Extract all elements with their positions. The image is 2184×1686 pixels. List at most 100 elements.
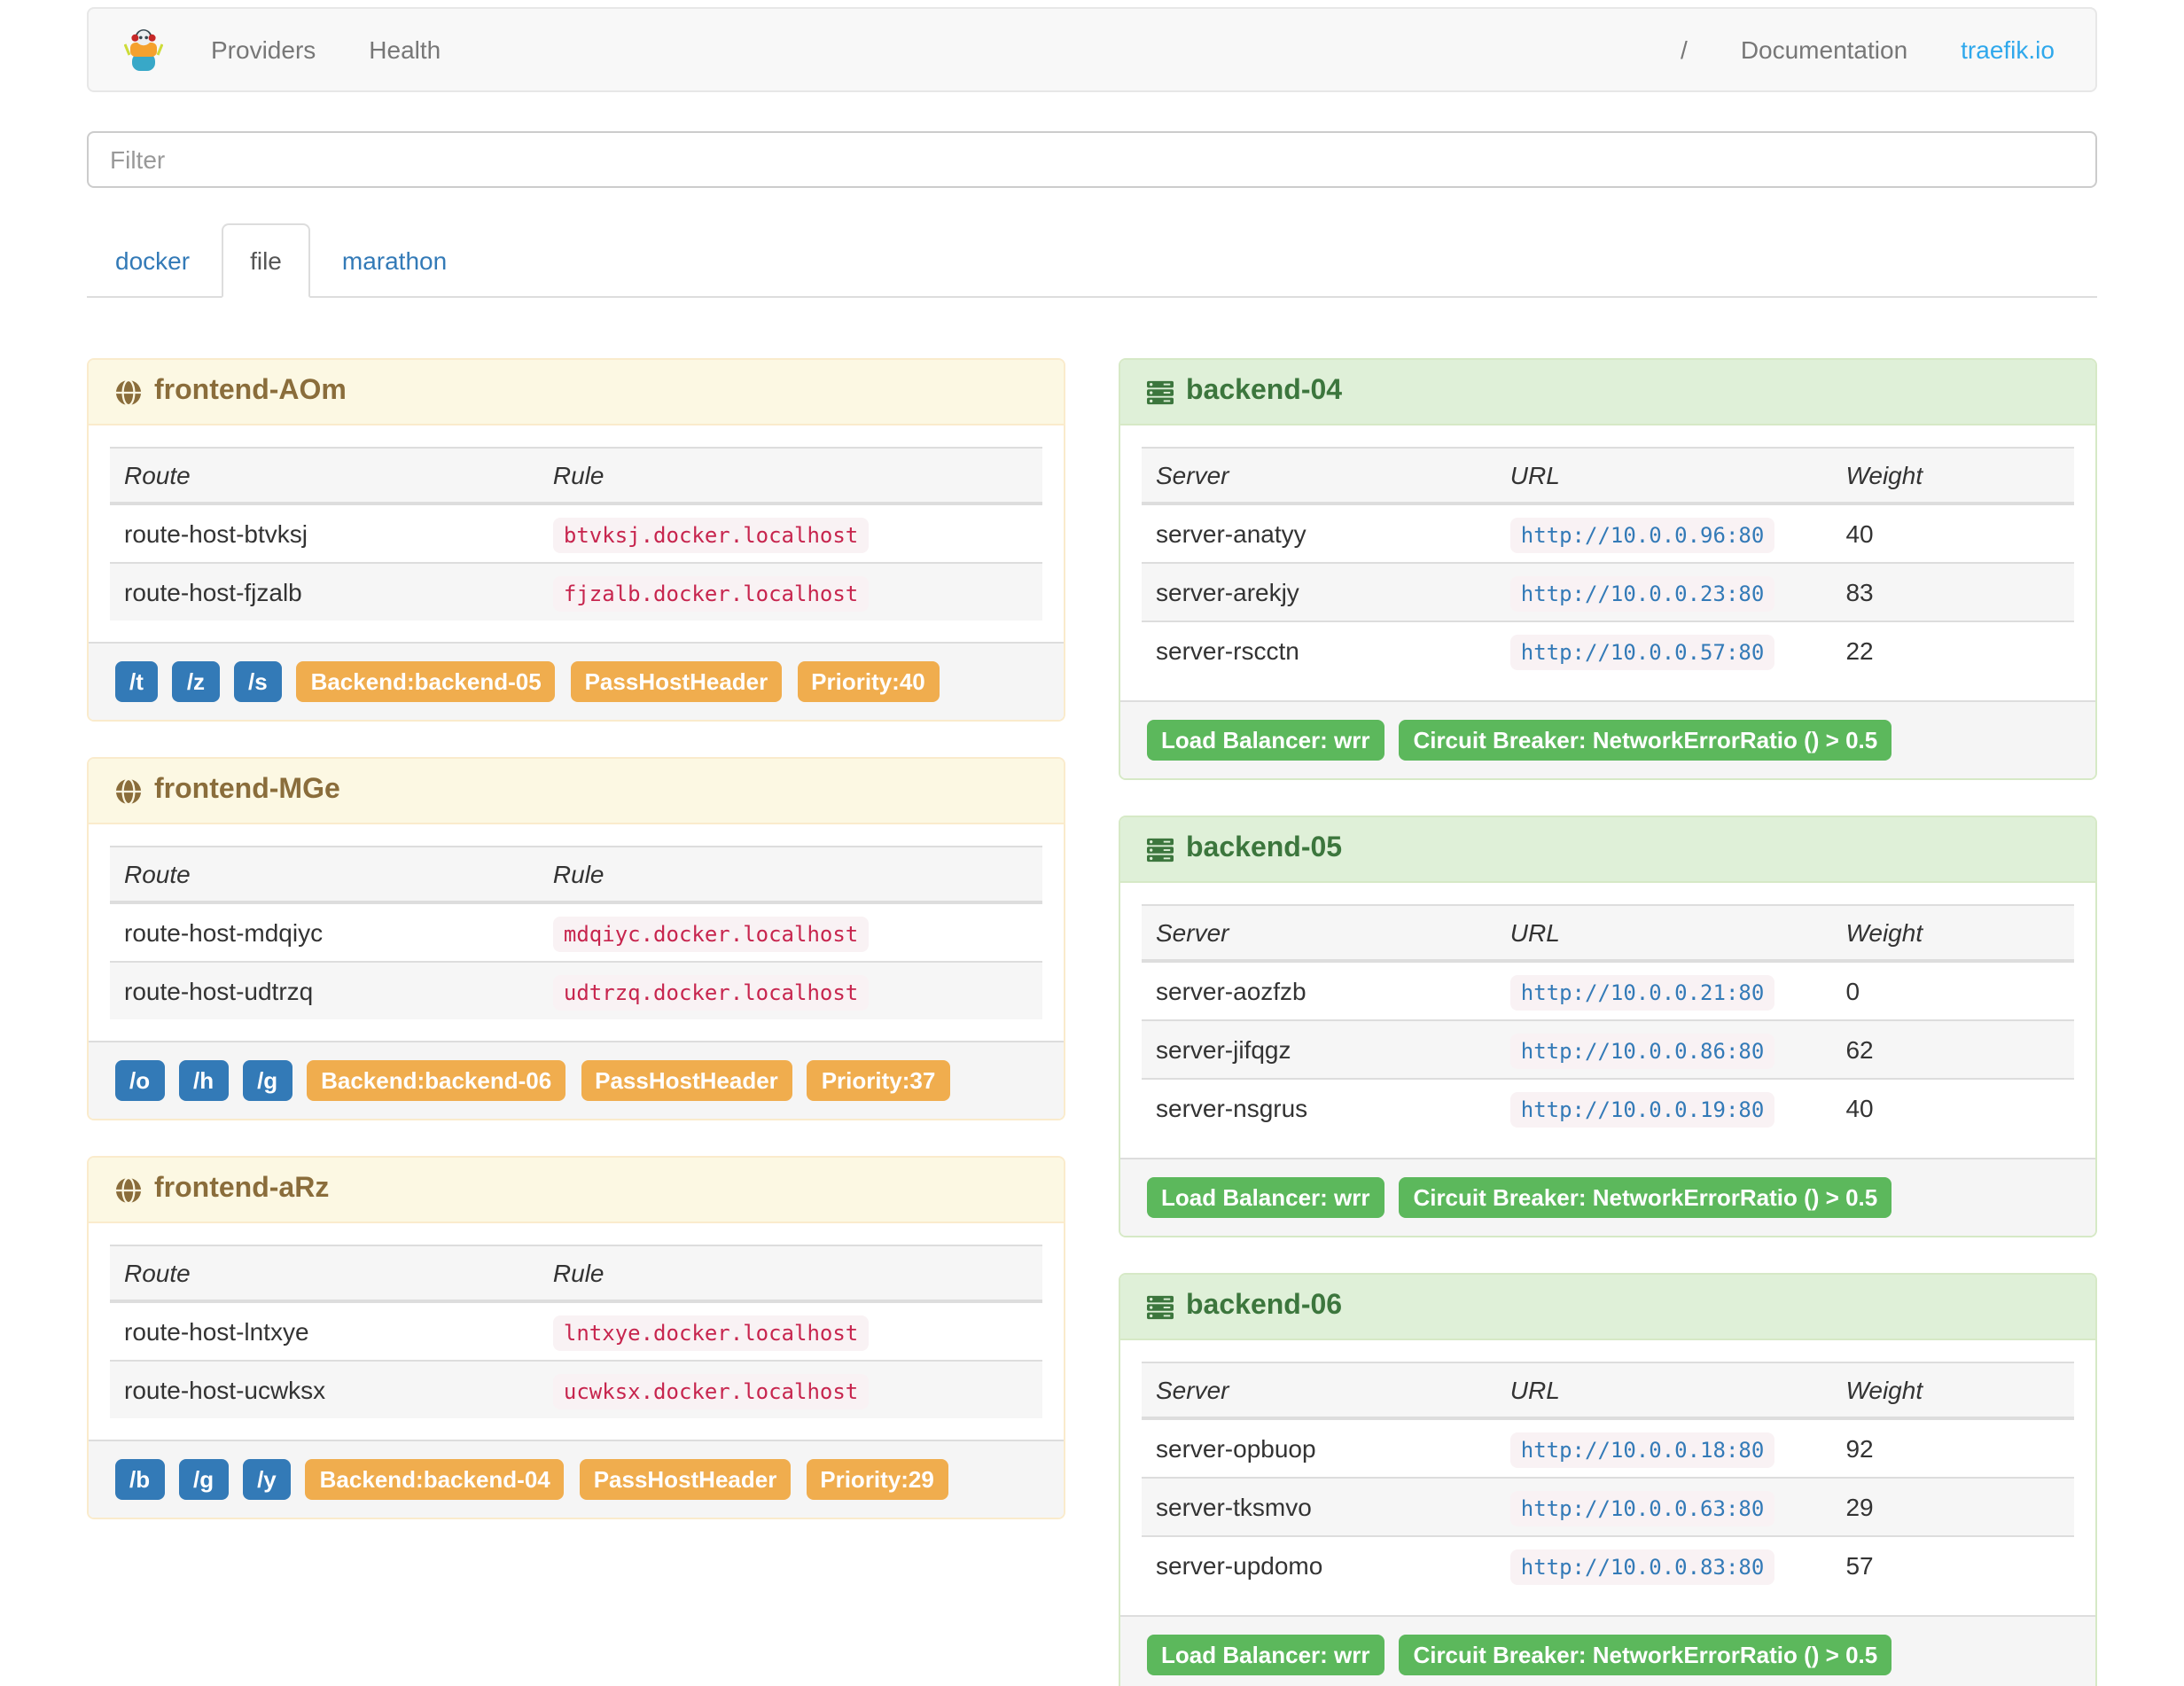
server-name: server-rscctn: [1142, 621, 1496, 679]
backend-name: backend-05: [1186, 833, 1343, 863]
tab-marathon-label[interactable]: marathon: [314, 223, 475, 298]
rule-value: ucwksx.docker.localhost: [552, 1374, 870, 1409]
table-row: route-host-lntxye lntxye.docker.localhos…: [110, 1301, 1042, 1361]
route-name: route-host-ucwksx: [110, 1360, 539, 1418]
column-header-rule: Rule: [538, 448, 1042, 505]
backend-card-body: Server URL Weight server-aozfzb http://1…: [1120, 883, 2095, 1158]
frontend-card-body: Route Rule route-host-mdqiyc mdqiyc.dock…: [89, 824, 1064, 1041]
table-row: server-arekjy http://10.0.0.23:80 83: [1142, 562, 2074, 621]
route-name: route-host-btvksj: [124, 519, 308, 548]
navbar-left-links: Providers Health: [184, 9, 467, 90]
table-row: server-tksmvo http://10.0.0.63:80 29: [1142, 1477, 2074, 1536]
route-path-badge: /b: [115, 1459, 165, 1500]
server-icon: [1147, 836, 1174, 863]
column-header-weight: Weight: [1831, 448, 2074, 505]
column-header-route: Route: [110, 448, 539, 505]
route-path-badge: /t: [115, 661, 158, 702]
passhostheader-badge: PassHostHeader: [570, 661, 783, 702]
nav-link-version[interactable]: /: [1654, 9, 1714, 90]
circuit-breaker-badge: Circuit Breaker: NetworkErrorRatio () > …: [1399, 1177, 1892, 1218]
backend-card-body: Server URL Weight server-anatyy http://1…: [1120, 425, 2095, 700]
nav-link-documentation[interactable]: Documentation: [1714, 9, 1934, 90]
load-balancer-badge: Load Balancer: wrr: [1147, 1635, 1384, 1675]
nav-link-traefik-io[interactable]: traefik.io: [1934, 9, 2081, 90]
priority-badge: Priority:29: [806, 1459, 948, 1500]
filter-bar: [87, 131, 2097, 188]
server-url: http://10.0.0.18:80: [1509, 1432, 1775, 1468]
column-header-rule: Rule: [538, 1245, 1042, 1303]
globe-icon: [115, 379, 142, 405]
server-name: server-nsgrus: [1142, 1078, 1496, 1136]
server-weight: 22: [1831, 621, 2074, 679]
load-balancer-badge: Load Balancer: wrr: [1147, 1177, 1384, 1218]
backend-card-header: backend-05: [1120, 817, 2095, 883]
backend-card-header: backend-06: [1120, 1275, 2095, 1340]
route-path-badge: /z: [172, 661, 220, 702]
server-weight: 62: [1831, 1019, 2074, 1079]
route-name: route-host-mdqiyc: [124, 918, 324, 947]
tab-docker[interactable]: docker: [87, 223, 222, 298]
filter-input[interactable]: [87, 131, 2097, 188]
route-path-badge: /s: [233, 661, 282, 702]
rule-value: btvksj.docker.localhost: [552, 518, 870, 553]
column-header-server: Server: [1142, 905, 1496, 963]
priority-badge: Priority:37: [807, 1060, 950, 1101]
server-name: server-aozfzb: [1156, 977, 1306, 1005]
route-name: route-host-lntxye: [124, 1317, 309, 1346]
server-weight: 57: [1831, 1535, 2074, 1594]
rule-value: udtrzq.docker.localhost: [552, 975, 870, 1011]
table-row: server-anatyy http://10.0.0.96:80 40: [1142, 503, 2074, 563]
column-header-route: Route: [110, 1245, 539, 1303]
column-header-url: URL: [1495, 448, 1832, 505]
nav-link-health[interactable]: Health: [342, 9, 467, 90]
tab-file[interactable]: file: [222, 223, 314, 298]
table-row: route-host-mdqiyc mdqiyc.docker.localhos…: [110, 902, 1042, 962]
server-weight: 40: [1831, 1078, 2074, 1136]
backend-card-footer: Load Balancer: wrr Circuit Breaker: Netw…: [1120, 1615, 2095, 1686]
backend-ref-badge: Backend:backend-06: [307, 1060, 566, 1101]
table-row: server-rscctn http://10.0.0.57:80 22: [1142, 621, 2074, 679]
server-url: http://10.0.0.96:80: [1509, 518, 1775, 553]
column-header-weight: Weight: [1831, 905, 2074, 963]
route-path-badge: /y: [243, 1459, 291, 1500]
server-weight: 0: [1845, 977, 1860, 1005]
backend-ref-badge: Backend:backend-04: [305, 1459, 565, 1500]
route-path-badge: /o: [115, 1060, 165, 1101]
frontend-card-header: frontend-aRz: [89, 1158, 1064, 1223]
table-row: server-updomo http://10.0.0.83:80 57: [1142, 1535, 2074, 1594]
navbar: Providers Health / Documentation traefik…: [87, 7, 2097, 92]
server-name: server-tksmvo: [1142, 1477, 1496, 1536]
backend-name: backend-06: [1186, 1291, 1343, 1321]
column-header-route: Route: [110, 847, 539, 904]
column-header-weight: Weight: [1831, 1362, 2074, 1420]
frontend-card-aRz: frontend-aRz Route Rule route-host-lntxy…: [87, 1156, 1065, 1519]
server-weight: 92: [1845, 1434, 1874, 1463]
provider-tabs: docker file marathon: [87, 223, 2097, 298]
tab-marathon[interactable]: marathon: [314, 223, 479, 298]
nav-link-providers[interactable]: Providers: [184, 9, 342, 90]
globe-icon: [115, 777, 142, 804]
globe-icon: [115, 1176, 142, 1203]
server-weight: 83: [1831, 562, 2074, 621]
traefik-logo-icon[interactable]: [103, 26, 184, 74]
navbar-right-links: / Documentation traefik.io: [1654, 9, 2081, 90]
tab-docker-label[interactable]: docker: [87, 223, 218, 298]
rule-value: fjzalb.docker.localhost: [552, 576, 870, 612]
server-url: http://10.0.0.19:80: [1509, 1092, 1775, 1128]
frontend-card-header: frontend-AOm: [89, 360, 1064, 425]
tab-file-label[interactable]: file: [222, 223, 310, 298]
rule-value: mdqiyc.docker.localhost: [552, 917, 870, 952]
backend-ref-badge: Backend:backend-05: [296, 661, 556, 702]
route-path-badge: /g: [179, 1459, 229, 1500]
server-name: server-opbuop: [1156, 1434, 1316, 1463]
server-url: http://10.0.0.63:80: [1509, 1491, 1775, 1526]
traefik-dashboard: Providers Health / Documentation traefik…: [0, 0, 2184, 1686]
table-row: route-host-fjzalb fjzalb.docker.localhos…: [110, 562, 1042, 621]
server-name: server-anatyy: [1156, 519, 1306, 548]
column-header-server: Server: [1142, 448, 1496, 505]
server-icon: [1147, 379, 1174, 405]
backend-name: backend-04: [1186, 376, 1343, 406]
column-header-rule: Rule: [538, 847, 1042, 904]
table-row: server-nsgrus http://10.0.0.19:80 40: [1142, 1078, 2074, 1136]
frontend-card-body: Route Rule route-host-btvksj btvksj.dock…: [89, 425, 1064, 642]
